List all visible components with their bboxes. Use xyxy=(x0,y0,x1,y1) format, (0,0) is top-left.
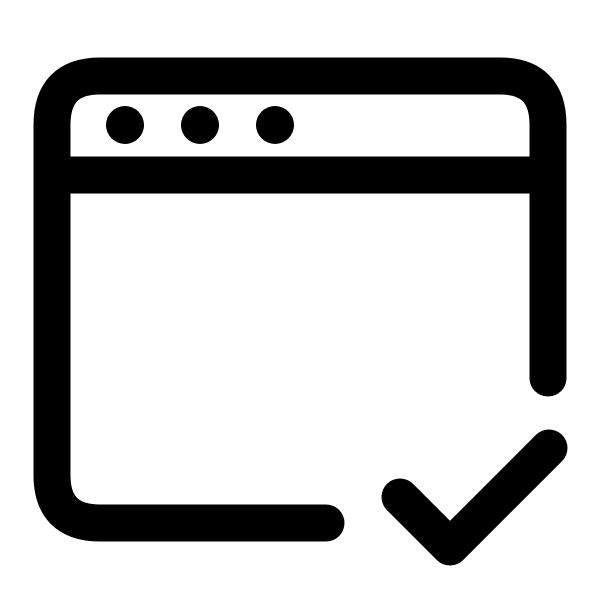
checkmark-icon xyxy=(381,429,568,566)
window-control-dots xyxy=(106,106,294,144)
window-dot-3-icon xyxy=(256,106,294,144)
window-dot-2-icon xyxy=(181,106,219,144)
icon-canvas xyxy=(0,0,600,600)
window-dot-1-icon xyxy=(106,106,144,144)
browser-window-check-icon xyxy=(33,57,568,566)
